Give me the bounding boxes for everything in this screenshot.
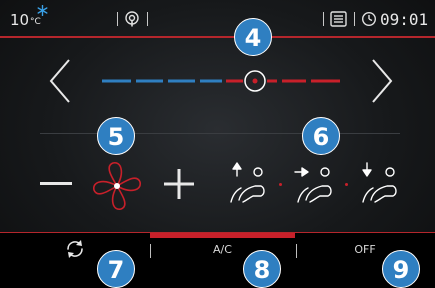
callout-badge-4: 4 [234,18,272,56]
plus-icon[interactable] [164,169,194,199]
climate-screen: 10 °C 09:01 A/C OFF 4 5 6 7 8 9 [0,0,435,288]
callout-badge-8: 8 [243,250,281,288]
airflow-down-icon[interactable] [357,162,405,204]
status-separator [354,12,355,26]
callout-badge-7: 7 [97,250,135,288]
clock-time: 09:01 [380,10,429,29]
bottom-separator [296,244,297,258]
radio-signal-icon[interactable] [124,11,140,27]
status-separator [323,12,324,26]
callout-badge-6: 6 [302,117,340,155]
mode-separator-dot [345,183,348,186]
status-bar: 10 °C 09:01 [0,0,435,36]
snowflake-icon [37,5,48,16]
status-separator [147,12,148,26]
ac-button[interactable]: A/C [190,243,255,256]
clock-icon [361,11,377,27]
temperature-unit: °C [30,17,41,27]
recirculation-icon[interactable] [64,238,86,260]
mode-separator-dot [279,183,282,186]
callout-badge-9: 9 [382,250,420,288]
chevron-left-icon[interactable] [48,58,72,104]
temperature-slider[interactable] [100,66,345,96]
chevron-right-icon[interactable] [370,58,394,104]
status-divider [0,36,435,38]
ac-active-indicator [150,233,295,238]
outside-temperature: 10 [10,11,30,29]
status-separator [117,12,118,26]
temperature-slider-center [252,78,258,84]
callout-badge-5: 5 [97,117,135,155]
section-divider [40,133,400,134]
fan-icon [93,162,141,210]
airflow-front-icon[interactable] [292,162,340,204]
bottom-separator [150,244,151,258]
phone-list-icon[interactable] [330,11,347,27]
minus-icon[interactable] [40,182,72,186]
airflow-up-icon[interactable] [225,162,273,204]
